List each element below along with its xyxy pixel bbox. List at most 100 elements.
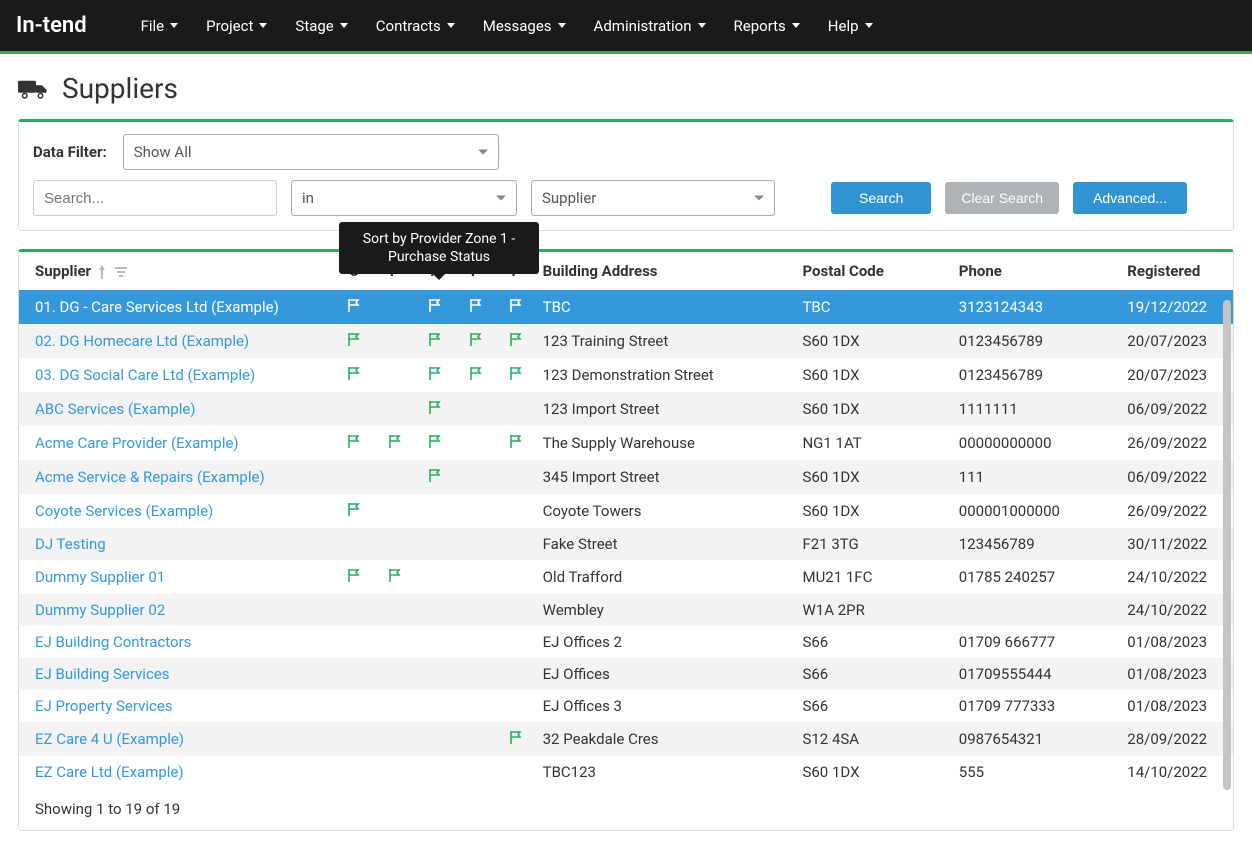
nav-item-administration[interactable]: Administration [580,0,720,53]
cell-phone: 123456789 [953,528,1121,560]
table-row[interactable]: Dummy Supplier 02WembleyW1A 2PR24/10/202… [19,594,1233,626]
supplier-link[interactable]: Dummy Supplier 02 [35,601,165,619]
supplier-link[interactable]: EZ Care Ltd (Example) [35,763,184,781]
flag-cell [415,392,456,426]
col-header-supplier[interactable]: Supplier [19,252,334,290]
flag-cell [415,358,456,392]
nav-item-file[interactable]: File [127,0,193,53]
chevron-down-icon [558,23,566,28]
supplier-link[interactable]: ABC Services (Example) [35,400,196,418]
table-row[interactable]: DJ TestingFake StreetF21 3TG12345678930/… [19,528,1233,560]
supplier-link[interactable]: Acme Care Provider (Example) [35,434,239,452]
table-row[interactable]: EZ Care Ltd (Example)TBC123S60 1DX55514/… [19,756,1233,788]
table-row[interactable]: EJ Property ServicesEJ Offices 3S6601709… [19,690,1233,722]
col-header-phone[interactable]: Phone [953,252,1121,290]
cell-phone: 00000000000 [953,426,1121,460]
cell-address: Fake Street [537,528,797,560]
scrollbar[interactable] [1223,300,1231,790]
flag-cell [455,460,496,494]
nav-label: Contracts [376,17,441,35]
supplier-link[interactable]: 02. DG Homecare Ltd (Example) [35,332,249,350]
suppliers-table-panel: Sort by Provider Zone 1 - Purchase Statu… [18,249,1234,831]
flag-icon [346,501,362,517]
table-row[interactable]: EZ Care 4 U (Example)32 Peakdale CresS12… [19,722,1233,756]
cell-postal: S60 1DX [796,756,952,788]
filter-field-select[interactable]: Supplier [531,180,775,216]
flag-cell [415,290,456,324]
supplier-link[interactable]: EJ Building Contractors [35,633,191,651]
flag-cell [374,324,415,358]
col-header-registered[interactable]: Registered [1121,252,1233,290]
supplier-link[interactable]: 01. DG - Care Services Ltd (Example) [35,298,279,316]
flag-cell [374,426,415,460]
flag-icon [346,297,362,313]
flag-cell [496,290,537,324]
nav-item-messages[interactable]: Messages [469,0,580,53]
cell-postal: S60 1DX [796,392,952,426]
flag-cell [374,756,415,788]
table-row[interactable]: ABC Services (Example)123 Import StreetS… [19,392,1233,426]
cell-registered: 26/09/2022 [1121,426,1233,460]
chevron-down-icon [447,23,455,28]
cell-registered: 30/11/2022 [1121,528,1233,560]
flag-cell [334,324,375,358]
nav-item-contracts[interactable]: Contracts [362,0,469,53]
filter-show-all-select[interactable]: Show All [123,134,499,170]
search-button[interactable]: Search [831,182,931,214]
table-row[interactable]: Acme Service & Repairs (Example)345 Impo… [19,460,1233,494]
flag-cell [374,460,415,494]
nav-item-help[interactable]: Help [814,0,887,53]
table-row[interactable]: 03. DG Social Care Ltd (Example)123 Demo… [19,358,1233,392]
supplier-link[interactable]: EZ Care 4 U (Example) [35,730,184,748]
flag-cell [415,756,456,788]
nav-item-stage[interactable]: Stage [281,0,361,53]
col-header-address[interactable]: Building Address [537,252,797,290]
cell-phone: 0123456789 [953,358,1121,392]
flag-cell [374,290,415,324]
flag-cell [496,756,537,788]
filter-operator-select[interactable]: in [291,180,517,216]
cell-postal: W1A 2PR [796,594,952,626]
table-row[interactable]: Acme Care Provider (Example)The Supply W… [19,426,1233,460]
supplier-link[interactable]: DJ Testing [35,535,106,553]
table-row[interactable]: Coyote Services (Example)Coyote TowersS6… [19,494,1233,528]
flag-cell [455,358,496,392]
flag-icon [508,297,524,313]
cell-registered: 19/12/2022 [1121,290,1233,324]
cell-phone: 111 [953,460,1121,494]
cell-address: TBC [537,290,797,324]
flag-cell [455,560,496,594]
flag-cell [334,690,375,722]
supplier-link[interactable]: Coyote Services (Example) [35,502,213,520]
supplier-link[interactable]: Acme Service & Repairs (Example) [35,468,265,486]
table-row[interactable]: Dummy Supplier 01Old TraffordMU21 1FC017… [19,560,1233,594]
flag-cell [415,722,456,756]
flag-cell [496,460,537,494]
advanced-button[interactable]: Advanced... [1073,182,1187,214]
flag-cell [455,722,496,756]
cell-postal: S66 [796,626,952,658]
flag-cell [374,494,415,528]
nav-item-reports[interactable]: Reports [720,0,814,53]
search-input[interactable] [33,180,277,216]
supplier-link[interactable]: Dummy Supplier 01 [35,568,165,586]
cell-phone: 000001000000 [953,494,1121,528]
supplier-link[interactable]: EJ Property Services [35,697,173,715]
flag-cell [334,392,375,426]
flag-cell [415,460,456,494]
flag-cell [374,528,415,560]
clear-search-button[interactable]: Clear Search [945,182,1059,214]
supplier-link[interactable]: EJ Building Services [35,665,170,683]
flag-cell [374,358,415,392]
flag-cell [415,690,456,722]
table-row[interactable]: EJ Building ContractorsEJ Offices 2S6601… [19,626,1233,658]
col-header-postal[interactable]: Postal Code [796,252,952,290]
table-row[interactable]: 01. DG - Care Services Ltd (Example)TBCT… [19,290,1233,324]
cell-postal: S66 [796,658,952,690]
table-row[interactable]: 02. DG Homecare Ltd (Example)123 Trainin… [19,324,1233,358]
flag-cell [415,528,456,560]
table-row[interactable]: EJ Building ServicesEJ OfficesS660170955… [19,658,1233,690]
nav-item-project[interactable]: Project [192,0,281,53]
nav-label: Messages [483,17,552,35]
supplier-link[interactable]: 03. DG Social Care Ltd (Example) [35,366,255,384]
